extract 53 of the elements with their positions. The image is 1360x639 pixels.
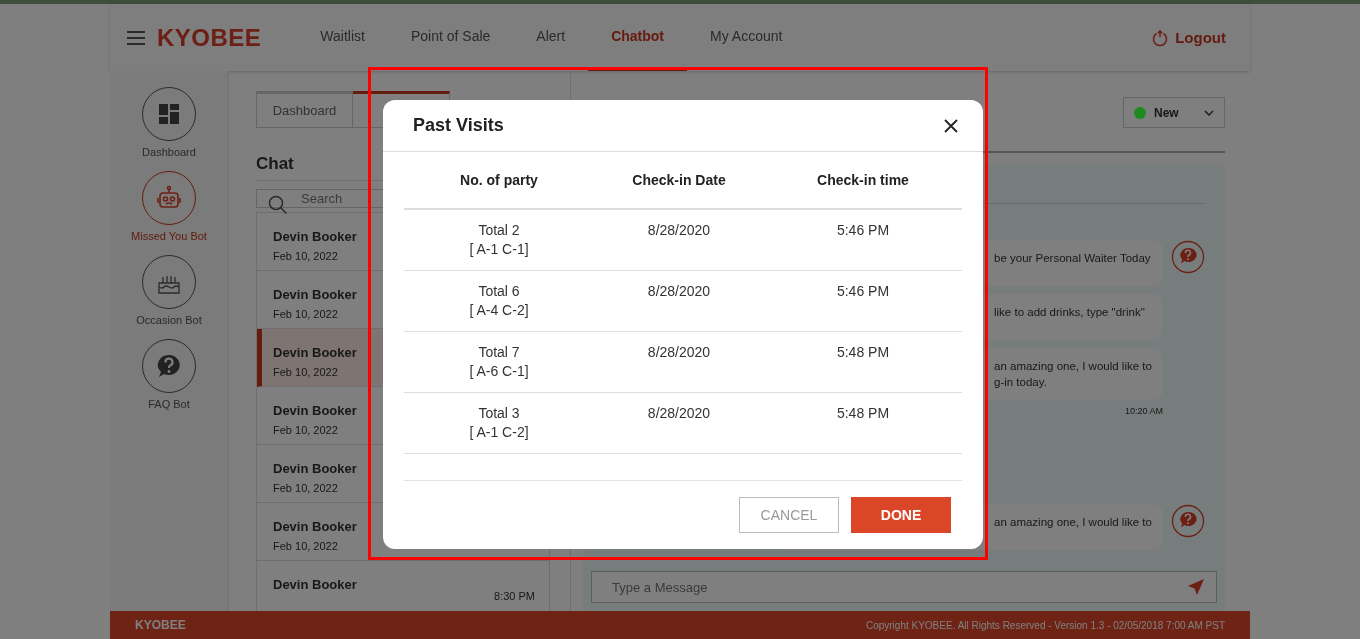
column-header: Check-in Date [631,171,727,190]
status-dropdown[interactable]: New [1123,97,1225,128]
checkin-date: 8/28/2020 [647,405,711,421]
copyright-text: Copyright KYOBEE. All Rights Reserved - Version 1.3 - 02/05/2018 7:00 AM PST [865,619,1225,631]
party-breakdown: [ A-1 C-1] [469,241,529,257]
nav-link[interactable]: Chatbot [588,4,688,71]
tab[interactable]: Dashboard [256,91,353,128]
contact-name: Devin Booker [273,577,357,592]
message-text: g-in today. [994,376,1048,388]
contact-name: Devin Booker [273,461,357,476]
footer-brand: KYOBEE [135,618,186,632]
party-breakdown: [ A-1 C-2] [469,424,529,440]
checkin-date: 8/28/2020 [647,344,711,360]
party-size: Total 6 [478,283,520,299]
logout-button[interactable]: Logout [1151,28,1226,47]
nav-link[interactable]: My Account [687,4,806,71]
contact-name: Devin Booker [273,287,357,302]
party-size: Total 2 [478,222,520,238]
checkin-time: 5:46 PM [836,283,890,299]
chat-date: Feb 10, 2022 [273,424,338,436]
party-size: Total 3 [478,405,520,421]
nav-link[interactable]: Waitlist [297,4,388,71]
nav-link[interactable]: Alert [513,4,589,71]
message-text: like to add drinks, type "drink" [994,306,1146,318]
contact-name: Devin Booker [273,229,357,244]
message-time: 10:20 AM [1124,406,1163,416]
contact-name: Devin Booker [273,519,357,534]
nav-link[interactable]: Point of Sale [387,4,514,71]
dialog-title: Past Visits [413,115,504,136]
contact-name: Devin Booker [273,403,357,418]
party-breakdown: [ A-4 C-2] [469,302,529,318]
chat-date: Feb 10, 2022 [273,366,338,378]
party-breakdown: [ A-6 C-1] [469,363,529,379]
party-size: Total 7 [478,344,520,360]
message-text: be your Personal Waiter Today [994,252,1152,264]
chat-date: Feb 10, 2022 [273,308,338,320]
message-input[interactable]: Type a Message [591,571,1217,603]
contact-name: Devin Booker [273,345,357,360]
chat-time: 8:30 PM [494,590,535,602]
chat-date: Feb 10, 2022 [273,250,338,262]
message-text: an amazing one, I would like to [994,516,1153,528]
checkin-time: 5:48 PM [836,344,890,360]
brand-logo[interactable]: KYOBEE [157,23,262,52]
done-button[interactable]: DONE [851,497,951,533]
checkin-date: 8/28/2020 [647,222,711,238]
checkin-time: 5:46 PM [836,222,890,238]
chat-date: Feb 10, 2022 [273,482,338,494]
checkin-time: 5:48 PM [836,405,890,421]
checkin-date: 8/28/2020 [647,283,711,299]
column-header: Check-in time [816,171,910,190]
message-text: an amazing one, I would like to [994,360,1153,372]
cancel-button[interactable]: CANCEL [739,497,839,533]
chat-date: Feb 10, 2022 [273,540,338,552]
